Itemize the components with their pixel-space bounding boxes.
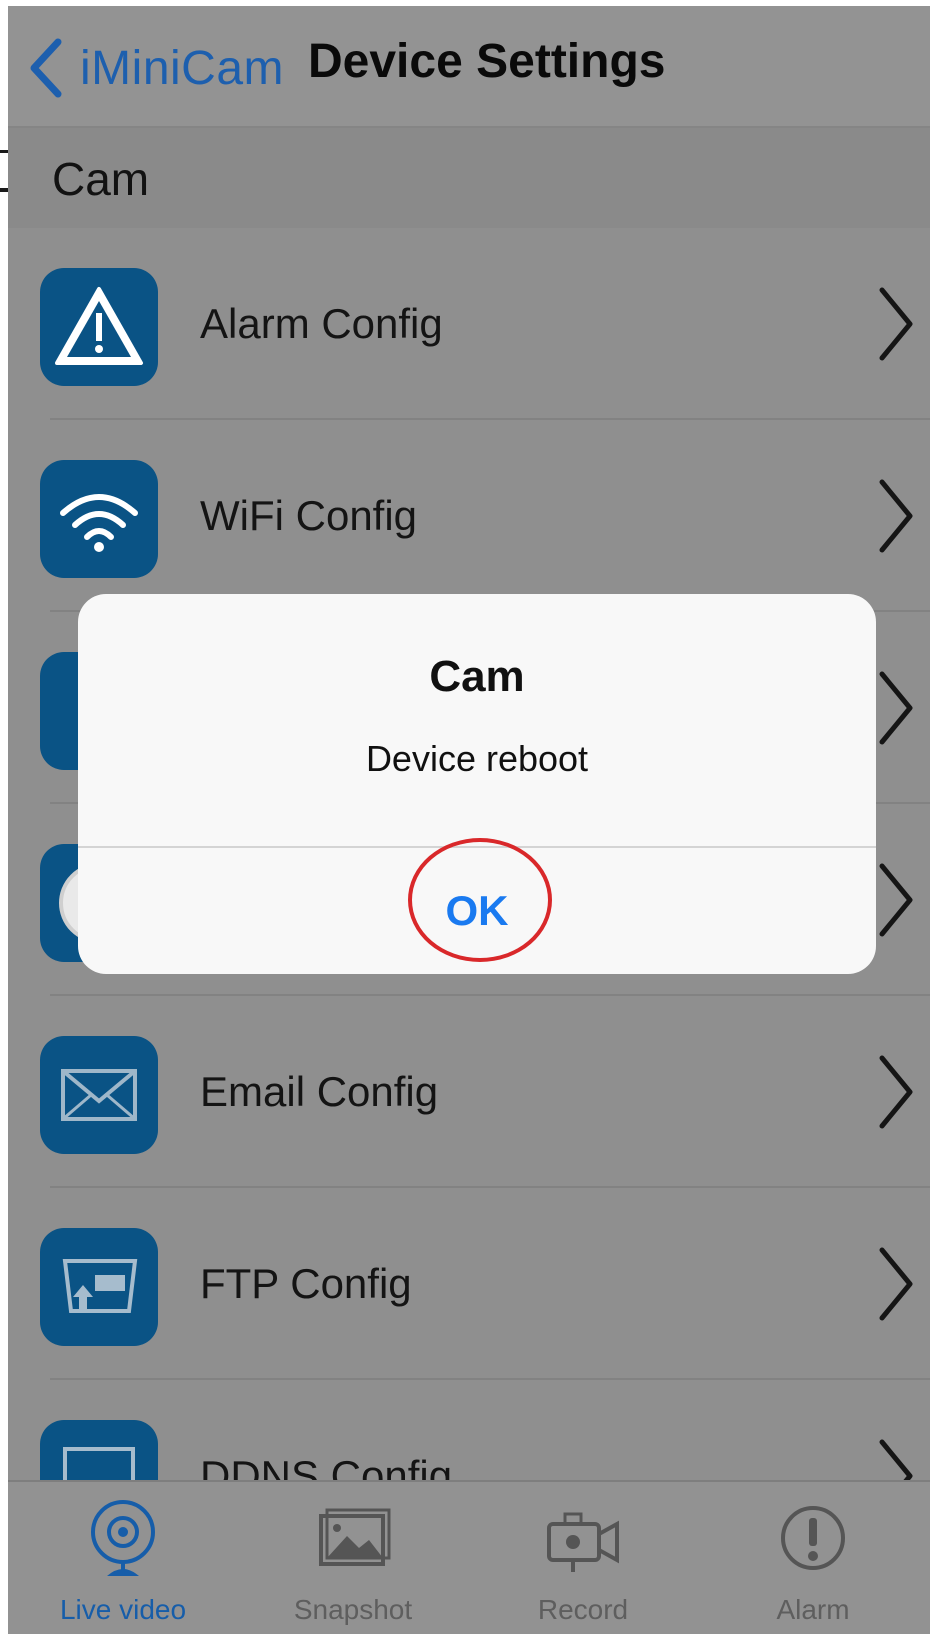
- tab-label: Record: [537, 1594, 629, 1625]
- row-label: Alarm Config: [200, 300, 443, 347]
- row-label: FTP Config: [200, 1260, 412, 1307]
- exclamation-icon: [781, 1506, 845, 1570]
- ftp-icon: [40, 1228, 158, 1346]
- envelope-icon: [40, 1036, 158, 1154]
- chevron-right-icon: [879, 863, 913, 937]
- settings-row-alarm-config[interactable]: Alarm Config: [8, 228, 930, 420]
- alert-dialog: Cam Device reboot OK: [78, 594, 876, 974]
- navigation-bar: iMiniCam Device Settings: [8, 6, 930, 128]
- device-settings-screen: iMiniCam Device Settings Cam Alarm Confi…: [8, 6, 930, 1634]
- wifi-icon: [40, 460, 158, 578]
- settings-row-ftp-config[interactable]: FTP Config: [8, 1188, 930, 1380]
- tab-record[interactable]: Record: [468, 1482, 698, 1634]
- settings-row-email-config[interactable]: Email Config: [8, 996, 930, 1188]
- ok-button[interactable]: OK: [78, 848, 876, 974]
- picture-icon: [319, 1508, 391, 1566]
- section-title: Cam: [52, 153, 150, 205]
- tab-snapshot[interactable]: Snapshot: [238, 1482, 468, 1634]
- settings-row-wifi-config[interactable]: WiFi Config: [8, 420, 930, 612]
- tab-live-video[interactable]: Live video: [8, 1482, 238, 1634]
- webcam-icon: [91, 1500, 155, 1576]
- row-label: WiFi Config: [200, 492, 418, 539]
- tab-label: Alarm: [776, 1594, 850, 1625]
- left-edge-strip: [0, 0, 8, 1634]
- chevron-right-icon: [879, 1247, 913, 1321]
- tab-alarm[interactable]: Alarm: [698, 1482, 928, 1634]
- chevron-right-icon: [879, 479, 913, 553]
- chevron-left-icon: [30, 38, 62, 98]
- alert-title: Cam: [429, 652, 525, 701]
- tab-label: Snapshot: [293, 1594, 413, 1625]
- video-camera-icon: [547, 1512, 619, 1572]
- chevron-right-icon: [879, 287, 913, 361]
- back-button-label: iMiniCam: [80, 41, 285, 95]
- edge-mark: [0, 188, 8, 192]
- warning-icon: [40, 268, 158, 386]
- back-button[interactable]: iMiniCam: [26, 28, 284, 108]
- edge-mark: [0, 150, 8, 153]
- chevron-right-icon: [879, 1055, 913, 1129]
- page-title: Device Settings: [308, 35, 666, 88]
- alert-message: Device reboot: [365, 738, 589, 779]
- row-label: Email Config: [200, 1068, 439, 1115]
- tab-label: Live video: [59, 1594, 187, 1625]
- section-header: Cam: [8, 128, 930, 228]
- tab-bar: Live video Snapshot Record Alarm: [8, 1480, 930, 1634]
- chevron-right-icon: [879, 671, 913, 745]
